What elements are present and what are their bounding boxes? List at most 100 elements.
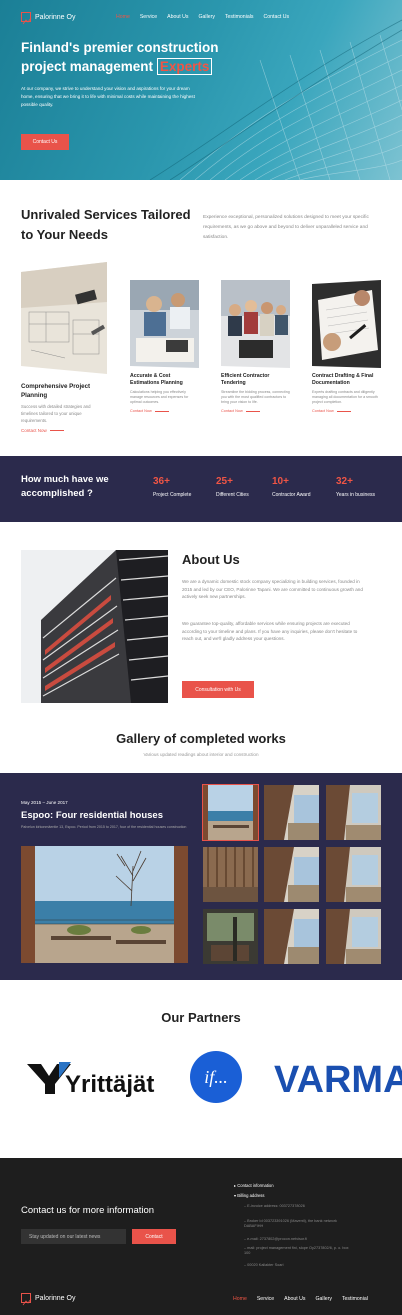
service-card-title: Efficient Contractor Tendering (221, 373, 270, 386)
billing-heading[interactable]: ▾ Billing address (234, 1193, 265, 1198)
gallery-thumb-3[interactable] (326, 785, 381, 840)
about-paragraph-1: We are a dynamic domestic stock company … (182, 579, 363, 599)
partner-name: if... (204, 1067, 228, 1087)
footer-nav-about[interactable]: About Us (284, 1296, 305, 1302)
billing-line-1: – E-invoice address: 003727378026 (244, 1204, 305, 1208)
stat-label: Project Complete (153, 492, 192, 498)
billing-line-4: – mail: project management fini, slope O… (244, 1246, 349, 1255)
stats-section: How much have we accomplished ? 36+ Proj… (0, 456, 402, 522)
footer-nav-home[interactable]: Home (233, 1296, 247, 1302)
logo-icon (21, 1293, 32, 1306)
about-paragraph-2: We guarantee top-quality, affordable ser… (182, 621, 358, 641)
gallery-main-image (21, 846, 188, 963)
gallery-project-name: Espoo: Four residential houses (21, 810, 163, 821)
service-card-link[interactable]: Contact Now (130, 409, 199, 413)
partner-logo-yrittajat[interactable]: Yrittäjät (25, 1058, 165, 1098)
services-description: Experience exceptional, personalized sol… (203, 215, 369, 240)
partner-name: Yrittäjät (65, 1071, 154, 1098)
billing-line-5: – 00020 Kallakter Soari (244, 1263, 284, 1267)
arrow-icon (336, 410, 351, 412)
service-card-contract: Contract Drafting & Final Documentation … (312, 280, 381, 413)
link-label: Contact Now (221, 409, 243, 413)
hero-contact-button[interactable]: Contact Us (21, 134, 69, 150)
stat-cities: 25+ Different Cities (216, 476, 249, 498)
top-nav: Home Service About Us Gallery Testimonia… (116, 14, 289, 20)
footer-nav-testimonial[interactable]: Testimonial (342, 1296, 368, 1302)
tendering-image (221, 280, 290, 368)
hero-title: Finland's premier construction project m… (21, 38, 251, 76)
hero-title-highlight: Experts (156, 58, 213, 75)
footer-nav-service[interactable]: Service (257, 1296, 274, 1302)
footer-brand-logo[interactable]: Palorinne Oy (21, 1293, 76, 1306)
stat-awards: 10+ Contractor Award (272, 476, 311, 498)
newsletter-contact-button[interactable]: Contact (132, 1229, 176, 1244)
partner-logo-varma[interactable]: VARMA (272, 1058, 402, 1098)
service-card-link[interactable]: Contact Now (312, 409, 381, 413)
link-label: Contact Now (130, 409, 152, 413)
gallery-thumb-9[interactable] (326, 909, 381, 964)
gallery-thumb-6[interactable] (326, 847, 381, 902)
service-card-title: Accurate & Cost Estimations Planning (130, 373, 183, 386)
gallery-thumb-4[interactable] (203, 847, 258, 902)
stat-value: 36+ (153, 476, 170, 487)
billing-line-3: – e-mail: 2737802@procon.netvisor.fi (244, 1237, 307, 1241)
stat-value: 10+ (272, 476, 289, 487)
link-label: Contact Now (312, 409, 334, 413)
brand-name: Palorinne Oy (35, 1294, 76, 1302)
service-card-estimation: Accurate & Cost Estimations Planning Cal… (130, 280, 199, 413)
stat-years: 32+ Years in business (336, 476, 375, 498)
gallery-thumb-5[interactable] (264, 847, 319, 902)
nav-item-gallery[interactable]: Gallery (199, 14, 215, 20)
consultation-button[interactable]: Consultation with Us (182, 681, 254, 698)
page: Palorinne Oy Home Service About Us Galle… (0, 0, 402, 1315)
service-card-link[interactable]: Contact Now (21, 428, 107, 433)
partner-logo-if[interactable]: if... (189, 1050, 243, 1104)
hero-section: Palorinne Oy Home Service About Us Galle… (0, 0, 402, 180)
service-card-desc: Experts drafting contracts and diligentl… (312, 390, 378, 404)
stat-label: Different Cities (216, 492, 249, 498)
billing-line-text: mail: project management fini, slope Oy2… (244, 1246, 349, 1255)
gallery-title: Gallery of completed works (116, 731, 286, 746)
contact-info-label: Contact information (237, 1183, 274, 1188)
contact-info-heading[interactable]: ▸ Contact information (234, 1183, 274, 1188)
service-card-desc: Success with detailed strategies and tim… (21, 404, 91, 423)
service-card-title: Contract Drafting & Final Documentation (312, 373, 374, 386)
contract-image (312, 280, 381, 368)
gallery-subtitle: Various updated readings about interior … (143, 752, 259, 757)
brand-logo[interactable]: Palorinne Oy (21, 12, 75, 25)
gallery-thumb-8[interactable] (264, 909, 319, 964)
nav-item-service[interactable]: Service (140, 14, 157, 20)
gallery-date: May 2015 – June 2017 (21, 800, 68, 805)
nav-item-about[interactable]: About Us (167, 14, 188, 20)
hero-description: At our company, we strive to understand … (21, 86, 195, 107)
billing-line-text: e-mail: 2737802@procon.netvisor.fi (247, 1237, 307, 1241)
billing-line-text: 00020 Kallakter Soari (247, 1263, 284, 1267)
service-card-desc: Calculations helping you effectively man… (130, 390, 189, 404)
nav-item-home[interactable]: Home (116, 14, 130, 20)
footer-nav-gallery[interactable]: Gallery (316, 1296, 332, 1302)
link-label: Contact Now (21, 428, 47, 433)
hero-title-line1: Finland's premier construction (21, 40, 219, 55)
partner-name: VARMA (274, 1059, 402, 1098)
nav-item-testimonials[interactable]: Testimonials (225, 14, 254, 20)
about-title: About Us (182, 552, 240, 567)
service-card-desc: Streamline the bidding process, connecti… (221, 390, 290, 404)
estimation-image (130, 280, 199, 368)
gallery-thumb-2[interactable] (264, 785, 319, 840)
planning-image (21, 262, 107, 374)
gallery-thumb-7[interactable] (203, 909, 258, 964)
newsletter-input[interactable]: Stay updated on our latest news (21, 1229, 126, 1244)
about-building-image (21, 550, 168, 703)
stats-title: How much have we accomplished ? (21, 474, 109, 499)
service-card-title: Comprehensive Project Planning (21, 383, 91, 399)
footer-nav: Home Service About Us Gallery Testimonia… (233, 1296, 368, 1302)
arrow-icon (49, 430, 64, 431)
billing-line-text: E-invoice address: 003727378026 (247, 1204, 305, 1208)
nav-item-contact[interactable]: Contact Us (263, 14, 289, 20)
service-card-link[interactable]: Contact Now (221, 409, 290, 413)
gallery-project-desc: Palvelun kirkonmäentie 13, Espoo. Period… (21, 825, 187, 829)
partners-title: Our Partners (161, 1010, 241, 1025)
footer-contact-title: Contact us for more information (21, 1205, 155, 1216)
billing-label: Billing address (237, 1193, 265, 1198)
gallery-thumb-1[interactable] (202, 784, 259, 841)
